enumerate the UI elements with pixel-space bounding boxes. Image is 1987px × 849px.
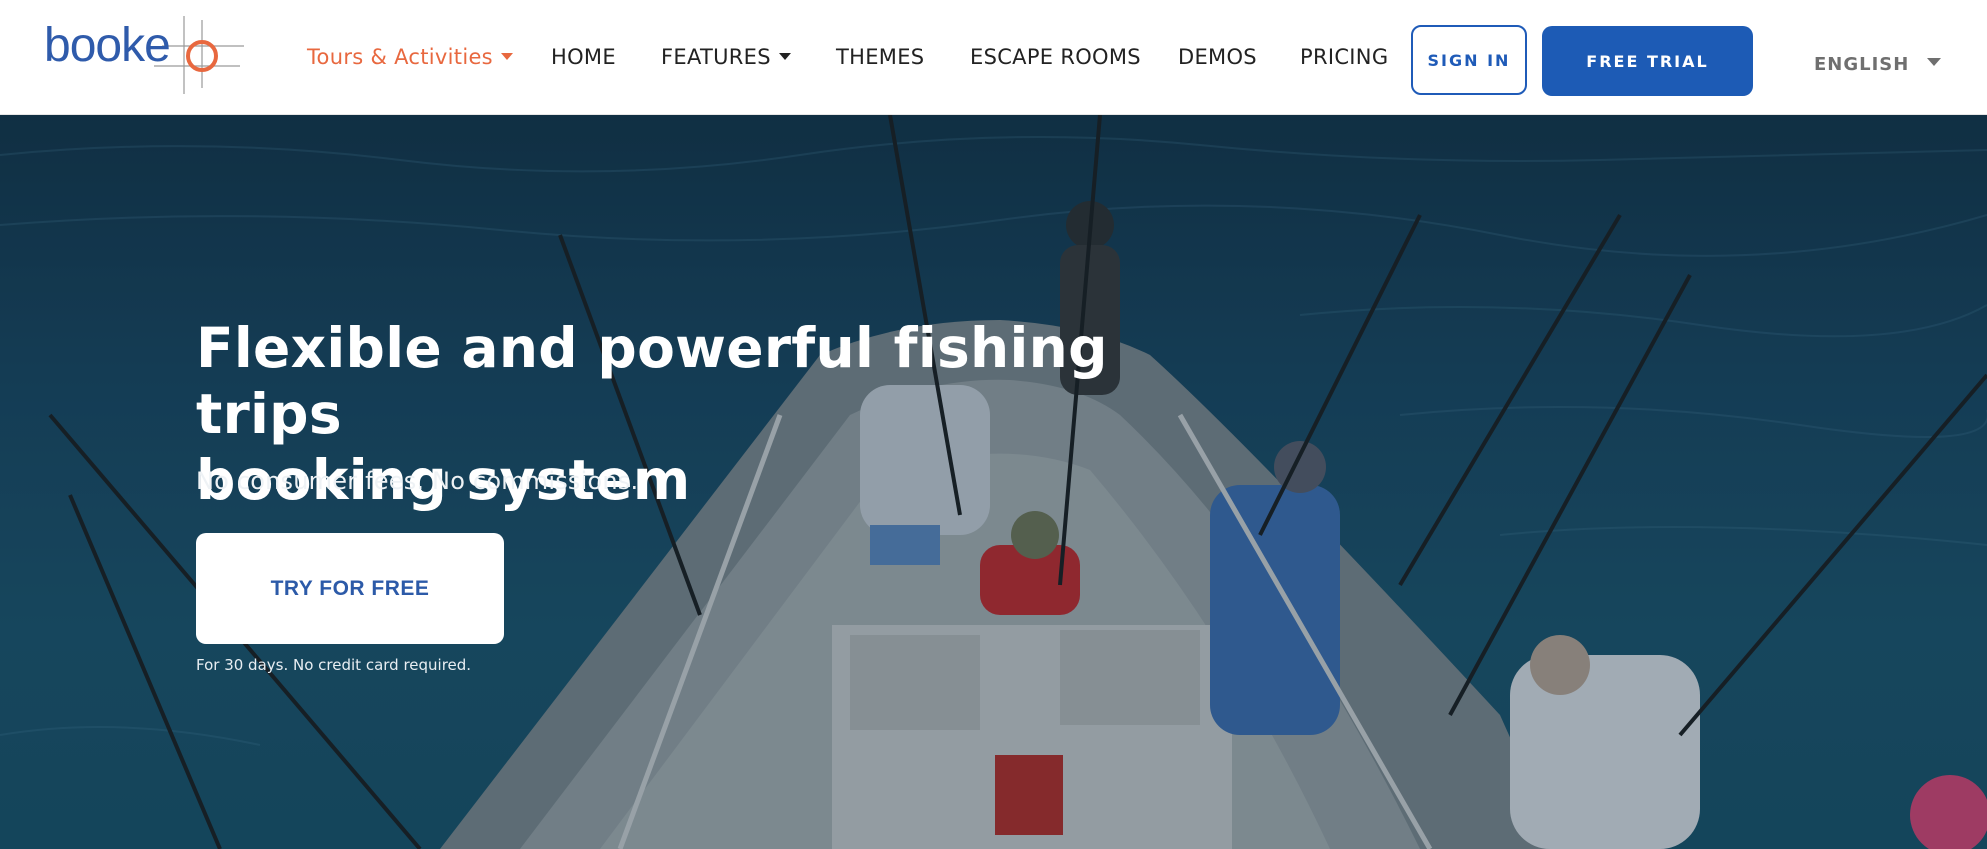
nav-label: PRICING — [1300, 45, 1389, 69]
language-selector[interactable]: ENGLISH — [1814, 54, 1942, 75]
nav-demos[interactable]: DEMOS — [1178, 44, 1257, 70]
sign-in-button[interactable]: SIGN IN — [1411, 25, 1527, 95]
nav-label: HOME — [551, 45, 616, 69]
nav-label: ESCAPE ROOMS — [970, 45, 1141, 69]
language-label: ENGLISH — [1814, 54, 1910, 75]
top-navigation-bar: booke Tours & Activities HOME FEATURES T… — [0, 0, 1987, 115]
booke-logo[interactable]: booke — [44, 16, 244, 94]
nav-tours-activities[interactable]: Tours & Activities — [307, 44, 513, 70]
free-trial-button[interactable]: FREE TRIAL — [1542, 26, 1753, 96]
nav-themes[interactable]: THEMES — [836, 44, 924, 70]
nav-home[interactable]: HOME — [551, 44, 616, 70]
nav-escape-rooms[interactable]: ESCAPE ROOMS — [970, 44, 1141, 70]
nav-pricing[interactable]: PRICING — [1300, 44, 1388, 70]
nav-label: THEMES — [836, 45, 925, 69]
chevron-down-icon — [1927, 58, 1942, 66]
nav-label: FEATURES — [661, 45, 771, 69]
hero-section: Flexible and powerful fishing trips book… — [0, 115, 1987, 849]
nav-label: Tours & Activities — [307, 45, 493, 69]
chevron-down-icon — [778, 53, 791, 60]
logo-wordmark: booke — [44, 19, 171, 72]
hero-title-line-1: Flexible and powerful fishing trips — [196, 316, 1108, 446]
nav-features[interactable]: FEATURES — [661, 44, 791, 70]
trial-note: For 30 days. No credit card required. — [196, 656, 472, 674]
hero-subtitle: No consumer fees. No commissions. — [196, 467, 639, 495]
nav-label: DEMOS — [1178, 45, 1257, 69]
try-for-free-button[interactable]: TRY FOR FREE — [196, 533, 504, 644]
chevron-down-icon — [500, 53, 513, 60]
